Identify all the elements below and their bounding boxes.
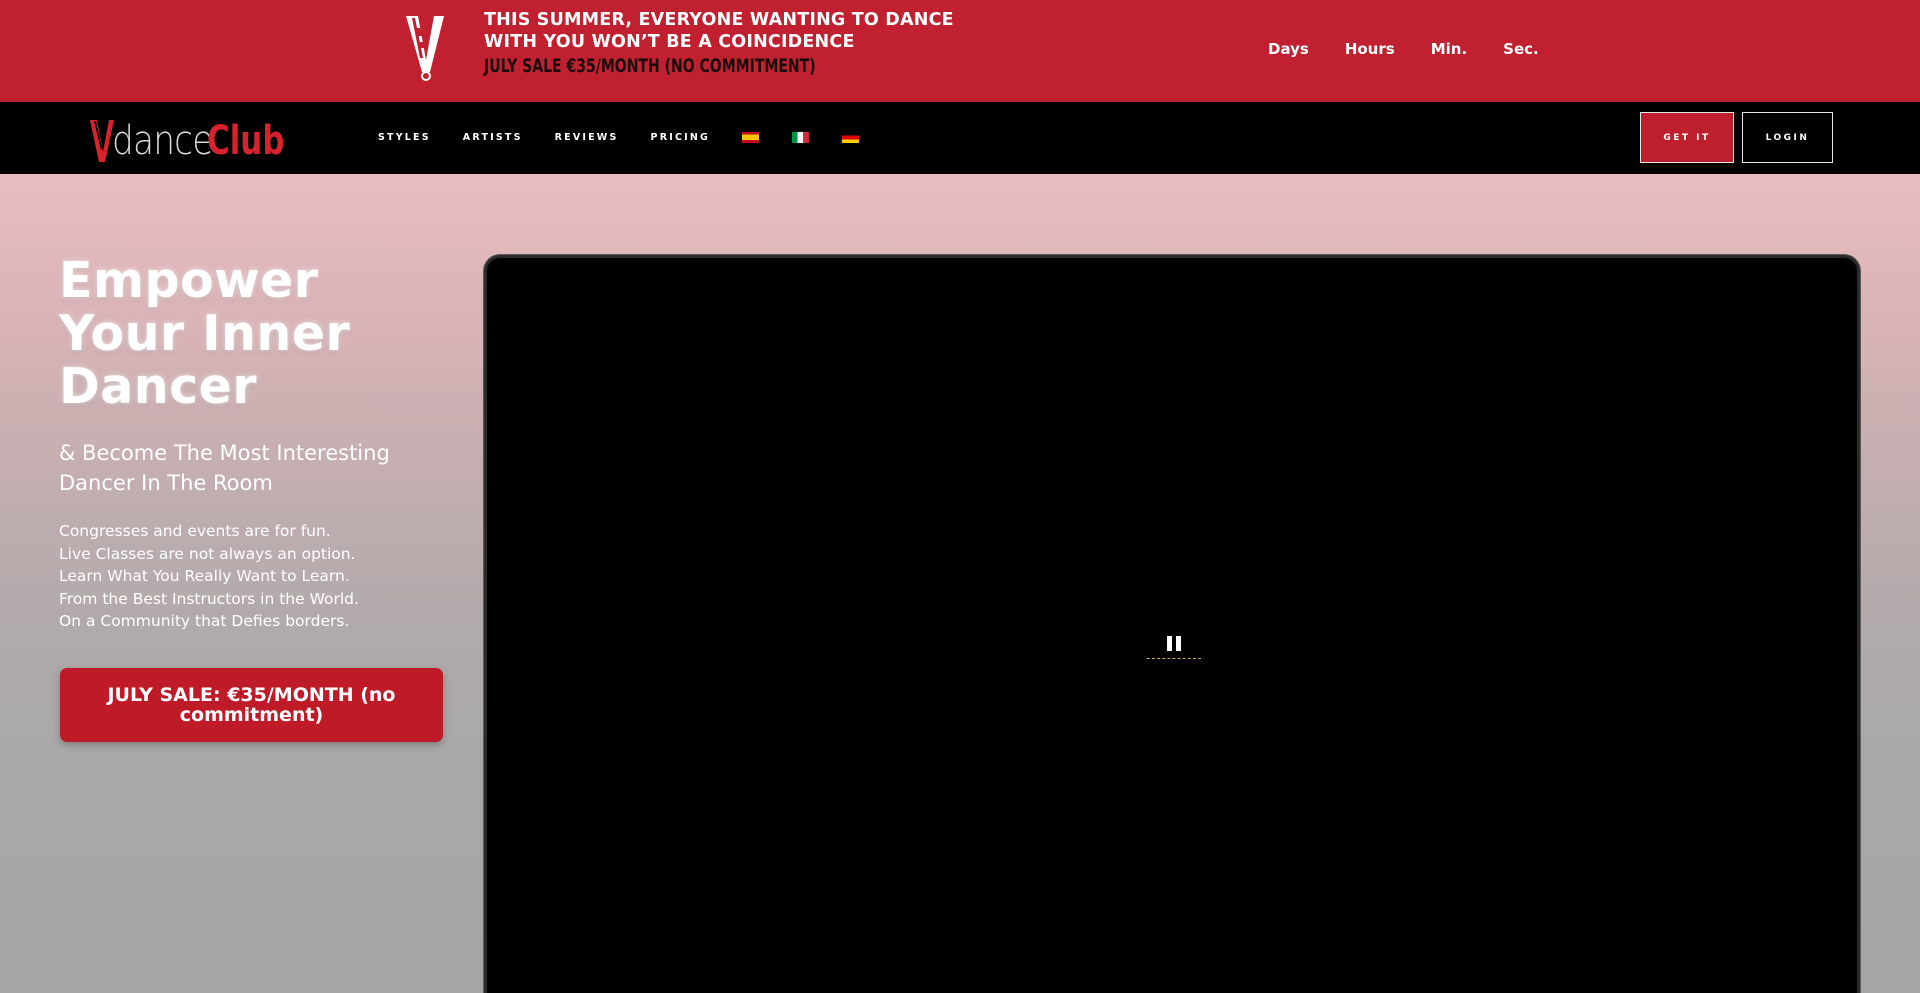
hero-title-line1: Empower <box>59 252 319 309</box>
brand-logo[interactable]: dance Club <box>90 116 297 162</box>
hero-section: Empower Your Inner Dancer & Become The M… <box>0 174 1920 993</box>
pause-icon[interactable] <box>1167 636 1181 652</box>
italy-flag-icon[interactable] <box>792 132 809 143</box>
nav-link-styles[interactable]: STYLES <box>378 132 431 143</box>
video-loading-indicator <box>1147 658 1201 659</box>
promo-sale-text: JULY SALE €35/MONTH (NO COMMITMENT) <box>484 55 816 77</box>
video-player[interactable] <box>484 255 1860 993</box>
countdown-days: Days <box>1268 40 1309 58</box>
hero-body-line: On a Community that Defies borders. <box>59 612 350 630</box>
get-it-button[interactable]: GET IT <box>1640 112 1734 163</box>
promo-headline-line1: THIS SUMMER, EVERYONE WANTING TO DANCE <box>484 10 954 30</box>
countdown-minutes: Min. <box>1430 40 1468 58</box>
nav-link-pricing[interactable]: PRICING <box>651 132 710 143</box>
germany-flag-icon[interactable] <box>842 132 859 143</box>
nav-link-artists[interactable]: ARTISTS <box>463 132 523 143</box>
hero-subtitle-line1: & Become The Most Interesting <box>59 441 390 465</box>
brand-v-icon <box>90 120 114 162</box>
hero-body-line: Congresses and events are for fun. <box>59 522 331 540</box>
countdown-hours: Hours <box>1344 40 1395 58</box>
countdown-timer: Days Hours Min. Sec. <box>1268 40 1575 58</box>
countdown-seconds: Sec. <box>1503 40 1539 58</box>
nav-links: STYLES ARTISTS REVIEWS PRICING <box>378 132 892 143</box>
hero-subtitle-line2: Dancer In The Room <box>59 471 273 495</box>
nav-link-reviews[interactable]: REVIEWS <box>555 132 619 143</box>
hero-title-line2: Your Inner <box>59 305 351 362</box>
hero-body-line: Live Classes are not always an option. <box>59 544 356 563</box>
hero-subtitle: & Become The Most Interesting Dancer In … <box>59 438 390 498</box>
hero-title: Empower Your Inner Dancer <box>59 254 350 413</box>
promo-text: THIS SUMMER, EVERYONE WANTING TO DANCE W… <box>484 9 954 79</box>
vdance-v-logo-icon <box>406 16 444 81</box>
promo-headline-line2: WITH YOU WON’T BE A COINCIDENCE <box>484 32 855 52</box>
hero-body-line: From the Best Instructors in the World. <box>59 589 359 608</box>
hero-body: Congresses and events are for fun. Live … <box>59 520 359 633</box>
july-sale-cta-button[interactable]: JULY SALE: €35/MONTH (no commitment) <box>60 668 443 742</box>
promo-banner: THIS SUMMER, EVERYONE WANTING TO DANCE W… <box>0 0 1920 102</box>
brand-dance-text: dance <box>112 118 213 164</box>
hero-body-line: Learn What You Really Want to Learn. <box>59 567 350 585</box>
hero-title-line3: Dancer <box>59 358 258 415</box>
brand-club-text: Club <box>206 118 285 164</box>
login-button[interactable]: LOGIN <box>1742 112 1833 163</box>
main-navbar: dance Club STYLES ARTISTS REVIEWS PRICIN… <box>0 102 1920 174</box>
spain-flag-icon[interactable] <box>742 132 759 143</box>
